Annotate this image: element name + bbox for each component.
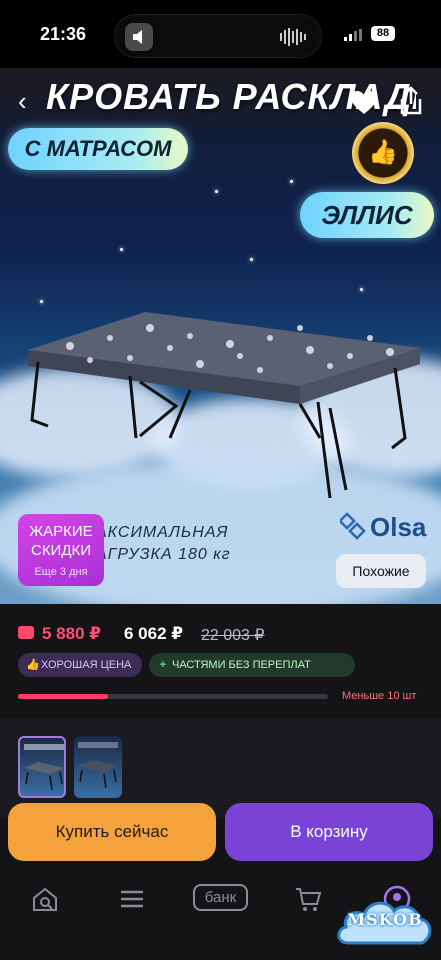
battery-icon: 88 [371,26,395,41]
thumbnail-1[interactable] [18,736,66,798]
add-to-cart-button[interactable]: В корзину [225,803,433,861]
status-bar: 21:36 88 [0,0,441,68]
stock-label: Меньше 10 шт [342,690,417,702]
thumbs-up-icon: 👍 [26,659,40,671]
old-price: 22 003 ₽ [201,627,265,644]
watermark-text: MSKOB [347,910,423,929]
stock-progress-bar [18,694,328,699]
back-button[interactable]: ‹ [18,86,27,117]
card-price: 5 880 ₽ [42,624,102,643]
plus-icon: + [159,659,167,671]
thumbs-up-badge-icon: 👍 [352,122,414,184]
signal-icon [344,29,362,41]
max-load-text: АКСИМАЛЬНАЯ АГРУЗКА 180 кг [96,524,231,563]
buy-now-button[interactable]: Купить сейчас [8,803,216,861]
thumbnail-2[interactable] [74,736,122,798]
hot-sale-badge[interactable]: ЖАРКИЕ СКИДКИ Еще 3 дня [18,514,104,586]
mattress-pill: С МАТРАСОМ [8,128,188,170]
regular-price: 6 062 ₽ [124,624,184,643]
share-icon[interactable] [398,86,424,116]
installments-tag[interactable]: + ЧАСТЯМИ БЕЗ ПЕРЕПЛАТ [149,653,355,677]
cart-icon[interactable] [293,884,323,914]
menu-icon[interactable] [117,884,147,914]
audio-waveform-icon [280,28,306,46]
brand-logo-text: Olsa [370,512,427,542]
favorite-heart-icon[interactable] [350,90,378,116]
dynamic-island [114,14,322,58]
home-search-icon[interactable] [30,884,60,914]
folding-bed-picture [28,312,420,499]
similar-button[interactable]: Похожие [336,554,426,588]
promo-countdown: Еще 3 дня [34,566,88,578]
speaker-icon [125,23,153,51]
olsa-logo-icon [340,512,366,540]
stock-progress-fill [18,694,108,699]
product-image[interactable]: ‹ КРОВАТЬ РАСКЛАДНАЯ С МАТРАСОМ 👍 ЭЛЛИС … [0,68,441,604]
model-name-pill: ЭЛЛИС [300,192,434,238]
bank-tab[interactable]: банк [193,884,248,911]
good-price-tag[interactable]: 👍ХОРОШАЯ ЦЕНА [18,653,142,677]
clock: 21:36 [40,24,87,44]
wallet-icon [18,626,34,639]
